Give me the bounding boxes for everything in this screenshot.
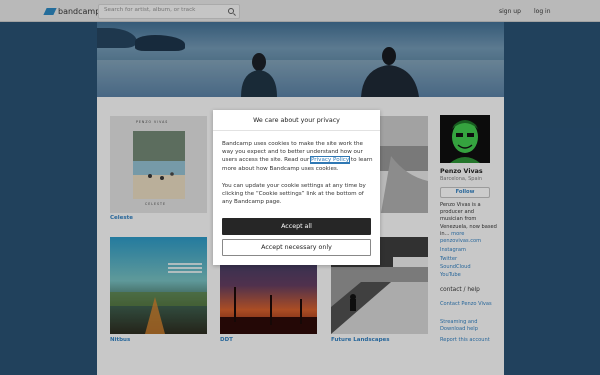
privacy-policy-link[interactable]: Privacy Policy	[310, 156, 351, 165]
cookie-consent-dialog: We care about your privacy Bandcamp uses…	[213, 110, 380, 265]
accept-necessary-button[interactable]: Accept necessary only	[222, 239, 371, 256]
cookie-description: Bandcamp uses cookies to make the site w…	[222, 140, 374, 173]
cookie-settings-note: You can update your cookie settings at a…	[222, 183, 366, 206]
dialog-title: We care about your privacy	[213, 110, 380, 131]
accept-all-button[interactable]: Accept all	[222, 218, 371, 235]
